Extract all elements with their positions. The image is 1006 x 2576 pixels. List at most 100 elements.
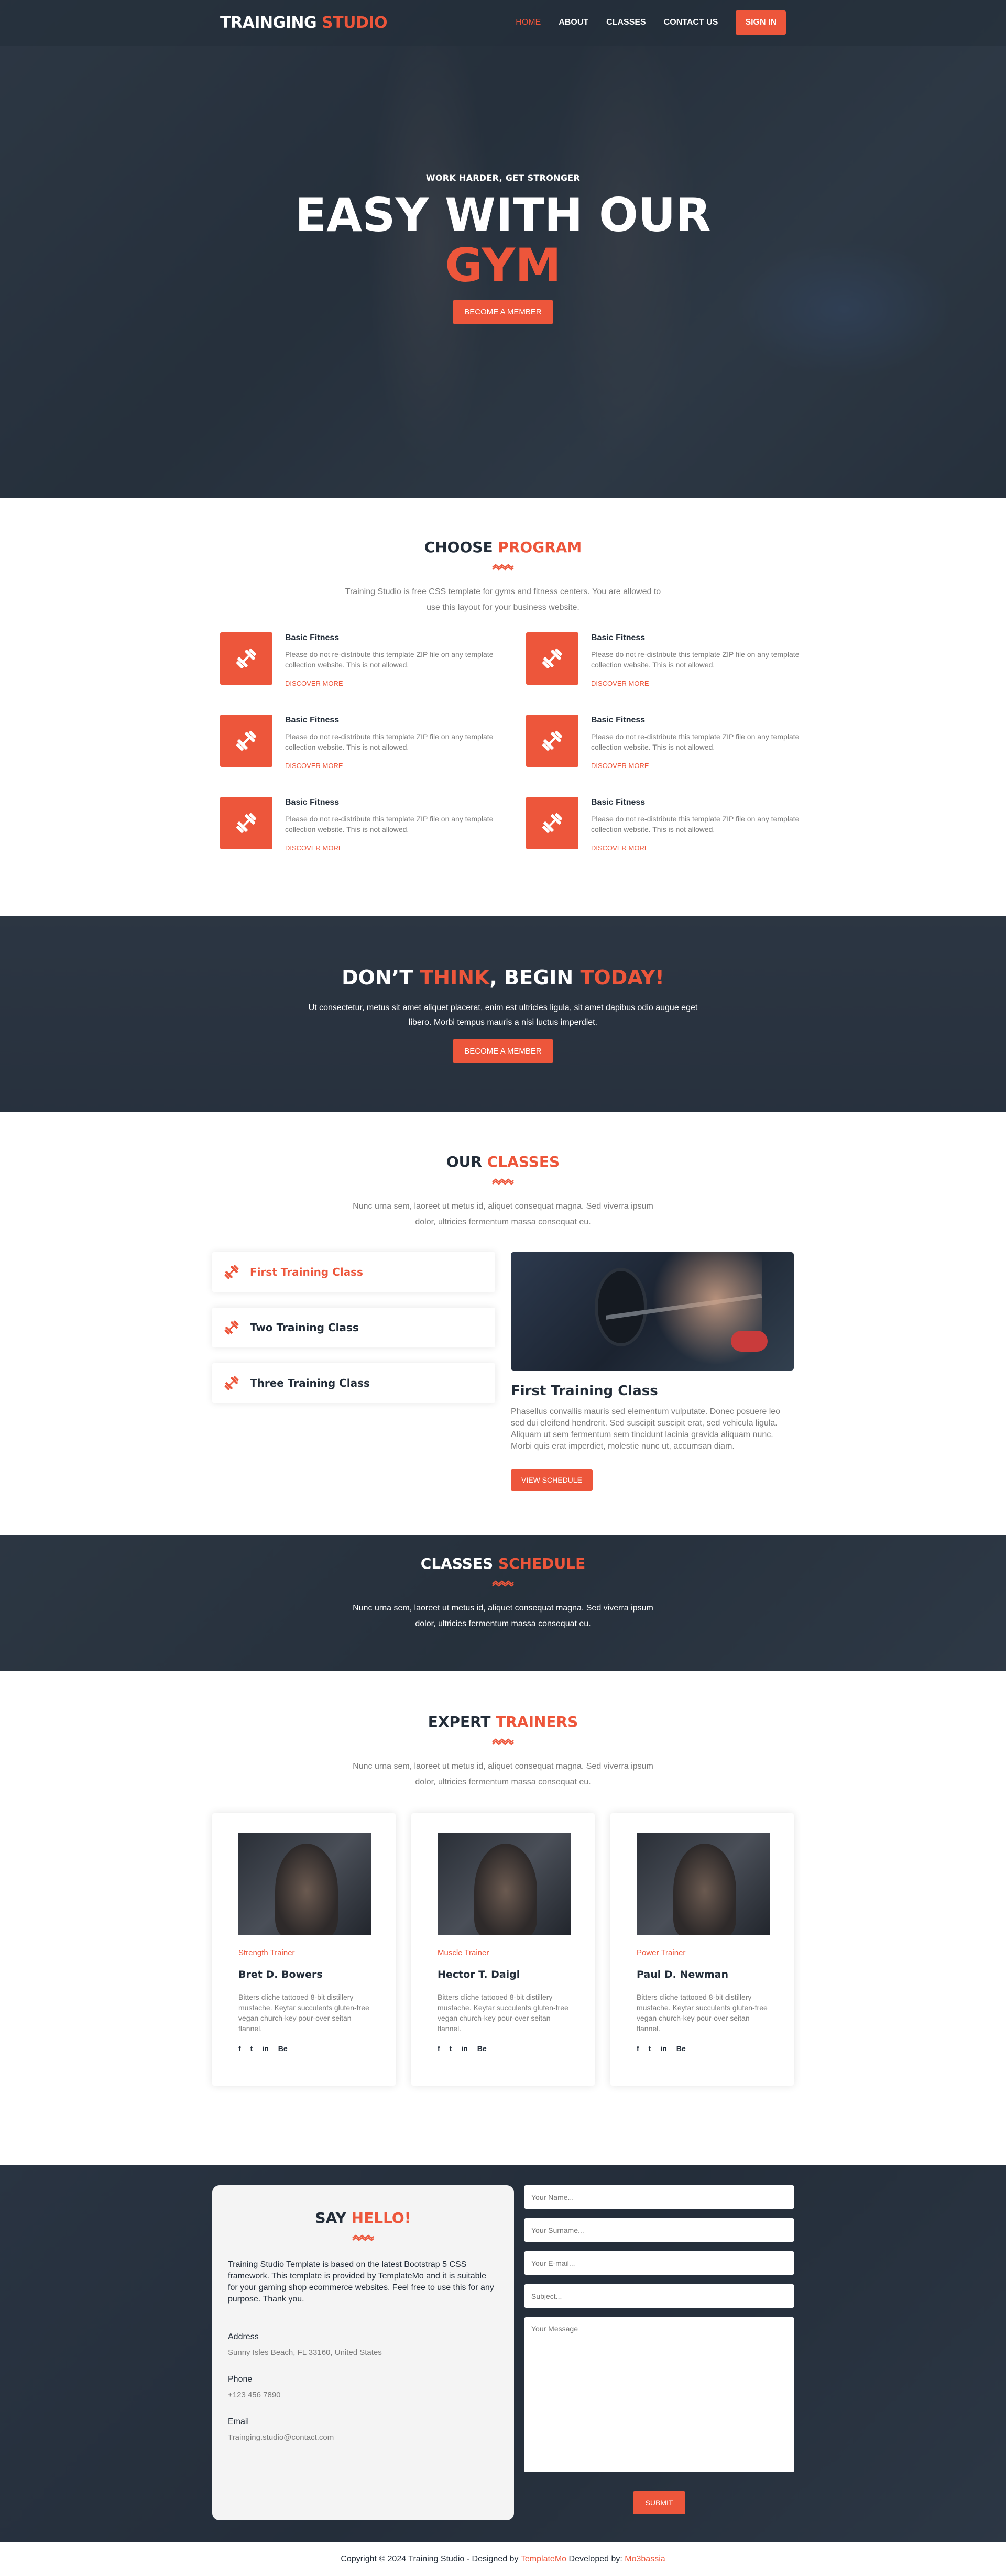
- twitter-icon[interactable]: t: [450, 2044, 452, 2053]
- email-label: Email: [228, 2417, 249, 2426]
- program-grid: Basic Fitness Please do not re-distribute…: [220, 632, 799, 853]
- trainer-social: f t in Be: [637, 2044, 768, 2053]
- program-item: Basic Fitness Please do not re-distribute…: [220, 632, 495, 688]
- phone-label: Phone: [228, 2375, 253, 2384]
- dumbbell-divider-icon: [352, 2234, 374, 2241]
- section-title: SAY HELLO!: [315, 2209, 411, 2227]
- discover-more-link[interactable]: DISCOVER MORE: [591, 844, 649, 852]
- discover-more-link[interactable]: DISCOVER MORE: [285, 762, 343, 770]
- behance-icon[interactable]: Be: [676, 2044, 686, 2053]
- dumbbell-icon: [224, 1265, 239, 1279]
- trainer-social: f t in Be: [238, 2044, 369, 2053]
- email-input[interactable]: [524, 2251, 794, 2275]
- tab-first-training-class[interactable]: First Training Class: [212, 1252, 495, 1292]
- program-text: Please do not re-distribute this templat…: [591, 650, 800, 669]
- behance-icon[interactable]: Be: [278, 2044, 288, 2053]
- class-image: [511, 1252, 794, 1371]
- hero-content: WORK HARDER, GET STRONGER EASY WITH OUR G…: [0, 173, 1006, 324]
- hero-kicker: WORK HARDER, GET STRONGER: [425, 173, 581, 183]
- nav-contact[interactable]: CONTACT US: [664, 18, 718, 27]
- program-text: Please do not re-distribute this templat…: [591, 815, 800, 834]
- site-logo[interactable]: TRAINGING STUDIO: [220, 14, 388, 32]
- section-title: EXPERT TRAINERS: [428, 1713, 578, 1730]
- submit-button[interactable]: SUBMIT: [632, 2491, 686, 2514]
- program-item: Basic Fitness Please do not re-distribute…: [526, 797, 801, 853]
- classes-content: First Training Class Two Training Class …: [212, 1252, 794, 1491]
- templatemo-link[interactable]: TemplateMo: [521, 2555, 566, 2564]
- cta-title: DON’T THINK, BEGIN TODAY!: [342, 966, 664, 989]
- trainer-name: Hector T. Daigl: [438, 1969, 520, 1980]
- section-title: CHOOSE PROGRAM: [424, 539, 582, 556]
- site-footer: Copyright © 2024 Training Studio - Desig…: [0, 2542, 1006, 2576]
- trainer-card: Power Trainer Paul D. Newman Bitters cli…: [610, 1813, 794, 2086]
- facebook-icon[interactable]: f: [238, 2044, 241, 2053]
- program-title: Basic Fitness: [591, 633, 646, 642]
- tab-label: Two Training Class: [250, 1321, 359, 1334]
- surname-input[interactable]: [524, 2218, 794, 2242]
- linkedin-icon[interactable]: in: [660, 2044, 666, 2053]
- subject-input[interactable]: [524, 2284, 794, 2308]
- become-member-button[interactable]: BECOME A MEMBER: [453, 1039, 553, 1063]
- trainers-section: EXPERT TRAINERS Nunc urna sem, laoreet u…: [0, 1671, 1006, 2165]
- message-textarea[interactable]: [524, 2317, 794, 2472]
- view-schedule-button[interactable]: VIEW SCHEDULE: [511, 1469, 593, 1491]
- program-title: Basic Fitness: [285, 798, 340, 807]
- nav-home[interactable]: HOME: [516, 18, 541, 27]
- dumbbell-icon: [526, 632, 578, 685]
- become-member-button[interactable]: BECOME A MEMBER: [453, 300, 553, 324]
- dumbbell-divider-icon: [492, 1580, 514, 1587]
- twitter-icon[interactable]: t: [649, 2044, 651, 2053]
- hero-section: WORK HARDER, GET STRONGER EASY WITH OUR G…: [0, 0, 1006, 498]
- linkedin-icon[interactable]: in: [262, 2044, 268, 2053]
- behance-icon[interactable]: Be: [477, 2044, 487, 2053]
- footer-dev-label: Developed by:: [568, 2555, 622, 2563]
- dumbbell-divider-icon: [492, 1738, 514, 1745]
- class-detail-text: Phasellus convallis mauris sed elementum…: [511, 1407, 781, 1451]
- cta-text: Ut consectetur, metus sit amet aliquet p…: [308, 1003, 698, 1027]
- address-value: Sunny Isles Beach, FL 33160, United Stat…: [228, 2348, 382, 2357]
- section-title: CLASSES SCHEDULE: [420, 1555, 586, 1572]
- contact-description: Training Studio Template is based on the…: [228, 2260, 494, 2304]
- trainer-social: f t in Be: [438, 2044, 568, 2053]
- twitter-icon[interactable]: t: [250, 2044, 253, 2053]
- signin-button[interactable]: SIGN IN: [736, 10, 786, 35]
- program-item: Basic Fitness Please do not re-distribute…: [526, 715, 801, 771]
- hero-title: EASY WITH OUR GYM: [294, 188, 712, 292]
- contact-section: SAY HELLO! Training Studio Template is b…: [0, 2165, 1006, 2542]
- footer-copyright: Copyright © 2024 Training Studio - Desig…: [341, 2555, 519, 2563]
- dumbbell-icon: [224, 1376, 239, 1390]
- program-title: Basic Fitness: [591, 798, 646, 807]
- class-detail-title: First Training Class: [511, 1383, 658, 1399]
- schedule-content: CLASSES SCHEDULE Nunc urna sem, laoreet …: [0, 1555, 1006, 1632]
- dumbbell-icon: [526, 715, 578, 767]
- program-title: Basic Fitness: [285, 716, 340, 725]
- trainer-name: Bret D. Bowers: [238, 1969, 323, 1980]
- dumbbell-icon: [220, 632, 272, 685]
- tab-three-training-class[interactable]: Three Training Class: [212, 1363, 495, 1403]
- section-description: Training Studio is free CSS template for…: [345, 587, 661, 612]
- discover-more-link[interactable]: DISCOVER MORE: [591, 679, 649, 687]
- facebook-icon[interactable]: f: [438, 2044, 440, 2053]
- trainer-card: Muscle Trainer Hector T. Daigl Bitters c…: [411, 1813, 595, 2086]
- class-detail: First Training Class Phasellus convallis…: [511, 1252, 794, 1491]
- linkedin-icon[interactable]: in: [461, 2044, 467, 2053]
- section-description: Nunc urna sem, laoreet ut metus id, aliq…: [353, 1604, 653, 1628]
- nav-about[interactable]: ABOUT: [559, 18, 588, 27]
- program-item: Basic Fitness Please do not re-distribute…: [526, 632, 801, 688]
- discover-more-link[interactable]: DISCOVER MORE: [591, 762, 649, 770]
- trainer-photo: [238, 1833, 371, 1935]
- cta-content: DON’T THINK, BEGIN TODAY! Ut consectetur…: [0, 966, 1006, 1063]
- section-title: OUR CLASSES: [446, 1153, 560, 1170]
- cta-section: DON’T THINK, BEGIN TODAY! Ut consectetur…: [0, 916, 1006, 1112]
- program-text: Please do not re-distribute this templat…: [591, 732, 800, 751]
- developer-link[interactable]: Mo3bassia: [625, 2555, 665, 2564]
- tab-label: Three Training Class: [250, 1377, 370, 1389]
- name-input[interactable]: [524, 2185, 794, 2209]
- facebook-icon[interactable]: f: [637, 2044, 639, 2053]
- section-description: Nunc urna sem, laoreet ut metus id, aliq…: [353, 1762, 653, 1786]
- discover-more-link[interactable]: DISCOVER MORE: [285, 844, 343, 852]
- discover-more-link[interactable]: DISCOVER MORE: [285, 679, 343, 687]
- program-title: Basic Fitness: [285, 633, 340, 642]
- nav-classes[interactable]: CLASSES: [606, 18, 646, 27]
- tab-two-training-class[interactable]: Two Training Class: [212, 1308, 495, 1347]
